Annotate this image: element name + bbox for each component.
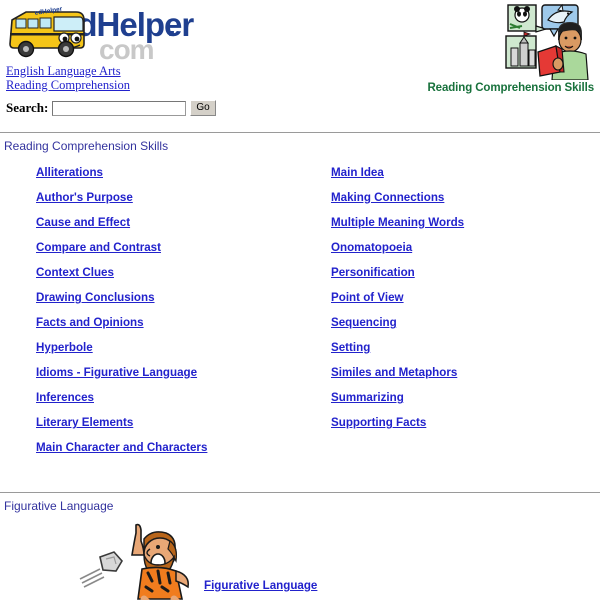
school-bus-icon: edHelper bbox=[9, 6, 85, 58]
castle-thought-bubble-icon bbox=[505, 31, 537, 69]
boy-reading-figure-icon bbox=[537, 22, 589, 81]
skill-link-onomatopoeia[interactable]: Onomatopoeia bbox=[331, 241, 412, 266]
skill-link-authors-purpose[interactable]: Author's Purpose bbox=[36, 191, 133, 216]
skill-link-main-idea[interactable]: Main Idea bbox=[331, 166, 384, 191]
panda-thought-bubble-icon bbox=[507, 4, 549, 33]
figurative-language-body: Figurative Language bbox=[0, 513, 600, 600]
skill-link-context-clues[interactable]: Context Clues bbox=[36, 266, 114, 291]
section-title-figurative-language: Figurative Language bbox=[4, 499, 114, 513]
svg-text:com: com bbox=[99, 34, 154, 64]
skill-link-compare-and-contrast[interactable]: Compare and Contrast bbox=[36, 241, 161, 266]
site-header: edHelper . com edHelper English Language… bbox=[0, 0, 600, 132]
skill-link-inferences[interactable]: Inferences bbox=[36, 391, 94, 416]
skills-link-grid: Alliterations Author's Purpose Cause and… bbox=[0, 166, 600, 466]
caveman-with-rock-icon bbox=[79, 523, 189, 600]
skill-link-literary-elements[interactable]: Literary Elements bbox=[36, 416, 133, 441]
skill-link-point-of-view[interactable]: Point of View bbox=[331, 291, 404, 316]
skill-link-personification[interactable]: Personification bbox=[331, 266, 415, 291]
skill-link-cause-and-effect[interactable]: Cause and Effect bbox=[36, 216, 130, 241]
search-label: Search: bbox=[6, 100, 49, 115]
skill-link-main-character-and-characters[interactable]: Main Character and Characters bbox=[36, 441, 207, 466]
svg-text:.: . bbox=[167, 6, 176, 43]
skill-link-making-connections[interactable]: Making Connections bbox=[331, 191, 444, 216]
caveman-illustration bbox=[78, 521, 200, 600]
skill-link-multiple-meaning-words[interactable]: Multiple Meaning Words bbox=[331, 216, 464, 241]
breadcrumb-item-reading-comprehension[interactable]: Reading Comprehension bbox=[6, 78, 130, 92]
figurative-language-section: Figurative Language Figurative Language bbox=[0, 492, 600, 600]
skill-link-similes-and-metaphors[interactable]: Similes and Metaphors bbox=[331, 366, 457, 391]
search-bar: Search: Go bbox=[6, 100, 216, 116]
skill-link-idioms-figurative-language[interactable]: Idioms - Figurative Language bbox=[36, 366, 197, 391]
edhelper-logo-icon: edHelper . com edHelper bbox=[9, 6, 194, 64]
skill-link-summarizing[interactable]: Summarizing bbox=[331, 391, 404, 416]
figurative-language-link[interactable]: Figurative Language bbox=[204, 579, 317, 592]
search-go-button[interactable]: Go bbox=[190, 100, 216, 116]
rock-icon bbox=[99, 551, 123, 572]
skill-link-alliterations[interactable]: Alliterations bbox=[36, 166, 103, 191]
breadcrumb-item-english-language-arts[interactable]: English Language Arts bbox=[6, 64, 130, 78]
breadcrumb: English Language Arts Reading Comprehens… bbox=[6, 64, 130, 92]
skill-link-setting[interactable]: Setting bbox=[331, 341, 370, 366]
search-input[interactable] bbox=[52, 100, 187, 116]
skill-link-facts-and-opinions[interactable]: Facts and Opinions bbox=[36, 316, 144, 341]
child-reading-icon bbox=[505, 3, 589, 81]
site-logo[interactable]: edHelper . com edHelper bbox=[4, 2, 194, 64]
pointing-finger-icon bbox=[131, 523, 145, 556]
skill-link-drawing-conclusions[interactable]: Drawing Conclusions bbox=[36, 291, 155, 316]
skill-link-sequencing[interactable]: Sequencing bbox=[331, 316, 397, 341]
hero-caption: Reading Comprehension Skills bbox=[427, 82, 594, 94]
section-title-reading-comprehension-skills: Reading Comprehension Skills bbox=[4, 139, 169, 153]
skill-link-hyperbole[interactable]: Hyperbole bbox=[36, 341, 93, 366]
reading-illustration bbox=[480, 2, 596, 81]
page-root: edHelper . com edHelper English Language… bbox=[0, 0, 600, 600]
skill-link-supporting-facts[interactable]: Supporting Facts bbox=[331, 416, 426, 441]
